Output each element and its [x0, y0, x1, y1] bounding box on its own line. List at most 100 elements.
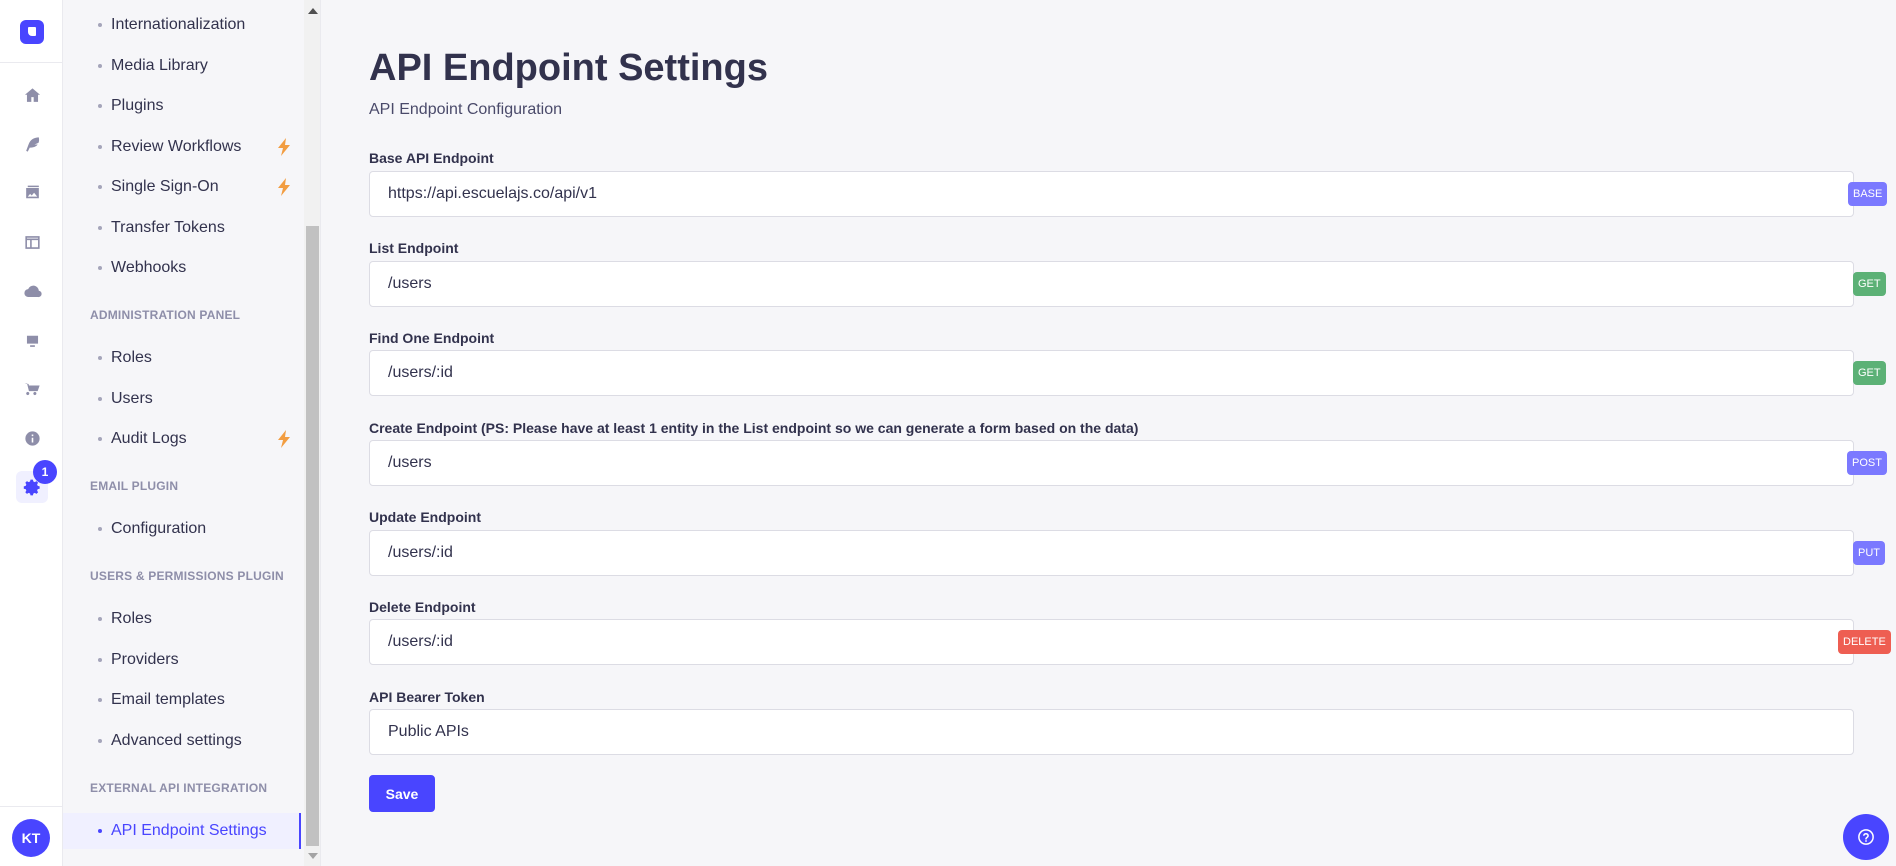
monitor-icon[interactable] [16, 324, 48, 356]
subnav-item-providers[interactable]: Providers [63, 642, 301, 678]
save-button[interactable]: Save [369, 775, 435, 812]
user-avatar[interactable]: KT [12, 819, 50, 857]
create-endpoint-field: POST [369, 440, 1887, 486]
settings-subnav: Internationalization Media Library Plugi… [63, 0, 304, 866]
scroll-down-arrow-icon[interactable] [308, 853, 318, 859]
subnav-item-advanced-settings[interactable]: Advanced settings [63, 723, 301, 759]
section-title-email-plugin: Email Plugin [90, 479, 179, 493]
create-endpoint-label: Create Endpoint (PS: Please have at leas… [369, 420, 1139, 436]
bullet [98, 829, 102, 833]
cloud-icon[interactable] [16, 275, 48, 307]
subnav-item-label: Transfer Tokens [111, 219, 225, 236]
bullet [98, 23, 102, 27]
subnav-item-configuration[interactable]: Configuration [63, 511, 301, 547]
section-title-external-api: External API Integration [90, 781, 268, 795]
notification-badge: 1 [33, 460, 57, 484]
rail-divider [0, 806, 63, 807]
subnav-item-review-workflows[interactable]: Review Workflows [63, 129, 301, 165]
main-content: API Endpoint Settings API Endpoint Confi… [322, 0, 1896, 866]
bullet [98, 226, 102, 230]
bullet [98, 266, 102, 270]
bearer-token-field [369, 709, 1854, 755]
info-icon[interactable] [16, 422, 48, 454]
subnav-item-plugins[interactable]: Plugins [63, 88, 301, 124]
media-icon[interactable] [16, 177, 48, 209]
bullet [98, 658, 102, 662]
subnav-item-label: Single Sign-On [111, 178, 219, 195]
base-endpoint-label: Base API Endpoint [369, 150, 494, 166]
list-endpoint-label: List Endpoint [369, 240, 459, 256]
subnav-item-roles[interactable]: Roles [63, 340, 301, 376]
delete-endpoint-field: DELETE [369, 619, 1891, 665]
cart-icon[interactable] [16, 373, 48, 405]
delete-endpoint-input[interactable] [370, 620, 1853, 664]
lightning-icon [276, 138, 292, 156]
subnav-item-label: Webhooks [111, 259, 187, 276]
subnav-item-label: Providers [111, 651, 179, 668]
bullet [98, 397, 102, 401]
page-subtitle: API Endpoint Configuration [369, 101, 563, 118]
bearer-token-input[interactable] [370, 710, 1853, 754]
question-mark-icon [1858, 829, 1874, 845]
subnav-item-label: Email templates [111, 691, 225, 708]
home-icon[interactable] [16, 79, 48, 111]
scroll-up-arrow-icon[interactable] [308, 8, 318, 14]
method-badge-delete: DELETE [1838, 630, 1891, 654]
bullet [98, 437, 102, 441]
subnav-item-media-library[interactable]: Media Library [63, 48, 301, 84]
bullet [98, 617, 102, 621]
delete-endpoint-label: Delete Endpoint [369, 599, 476, 615]
update-endpoint-input[interactable] [370, 531, 1853, 575]
subnav-item-api-endpoint-settings[interactable]: API Endpoint Settings [63, 813, 301, 849]
subnav-item-webhooks[interactable]: Webhooks [63, 250, 301, 286]
subnav-item-label: Media Library [111, 57, 208, 74]
list-endpoint-input[interactable] [370, 262, 1853, 306]
bullet [98, 145, 102, 149]
method-badge-get: GET [1853, 272, 1886, 296]
subnav-item-internationalization[interactable]: Internationalization [63, 7, 301, 43]
section-title-users-permissions: Users & Permissions Plugin [90, 569, 284, 583]
update-endpoint-field: PUT [369, 530, 1885, 576]
logo-icon[interactable] [20, 20, 44, 44]
subnav-item-audit-logs[interactable]: Audit Logs [63, 421, 301, 457]
list-endpoint-field: GET [369, 261, 1886, 307]
subnav-item-label: Configuration [111, 520, 207, 537]
bullet [98, 64, 102, 68]
method-badge-post: POST [1847, 451, 1887, 475]
subnav-item-label: Roles [111, 349, 152, 366]
feather-icon[interactable] [16, 128, 48, 160]
section-title-administration-panel: Administration Panel [90, 308, 241, 322]
base-endpoint-field: BASE [369, 171, 1888, 217]
bearer-token-label: API Bearer Token [369, 689, 485, 705]
method-badge-base: BASE [1848, 182, 1888, 206]
bullet [98, 185, 102, 189]
subnav-item-transfer-tokens[interactable]: Transfer Tokens [63, 210, 301, 246]
subnav-item-label: Advanced settings [111, 732, 242, 749]
subnav-item-label: Review Workflows [111, 138, 242, 155]
base-endpoint-input[interactable] [370, 172, 1853, 216]
scrollbar-thumb[interactable] [306, 226, 319, 846]
subnav-item-label: Internationalization [111, 16, 246, 33]
find-one-endpoint-label: Find One Endpoint [369, 330, 495, 346]
bullet [98, 527, 102, 531]
bullet [98, 739, 102, 743]
lightning-icon [276, 178, 292, 196]
bullet [98, 356, 102, 360]
subnav-item-email-templates[interactable]: Email templates [63, 682, 301, 718]
subnav-item-label: Roles [111, 610, 152, 627]
layout-icon[interactable] [16, 226, 48, 258]
help-button[interactable] [1843, 814, 1889, 860]
subnav-item-label: API Endpoint Settings [111, 822, 267, 839]
subnav-item-label: Audit Logs [111, 430, 187, 447]
bullet [98, 104, 102, 108]
subnav-item-users[interactable]: Users [63, 381, 301, 417]
method-badge-put: PUT [1853, 541, 1885, 565]
bullet [98, 698, 102, 702]
subnav-item-single-sign-on[interactable]: Single Sign-On [63, 169, 301, 205]
subnav-scrollbar[interactable] [304, 0, 321, 866]
find-one-endpoint-input[interactable] [370, 351, 1853, 395]
subnav-item-up-roles[interactable]: Roles [63, 601, 301, 637]
method-badge-get: GET [1853, 361, 1886, 385]
update-endpoint-label: Update Endpoint [369, 509, 481, 525]
create-endpoint-input[interactable] [370, 441, 1853, 485]
